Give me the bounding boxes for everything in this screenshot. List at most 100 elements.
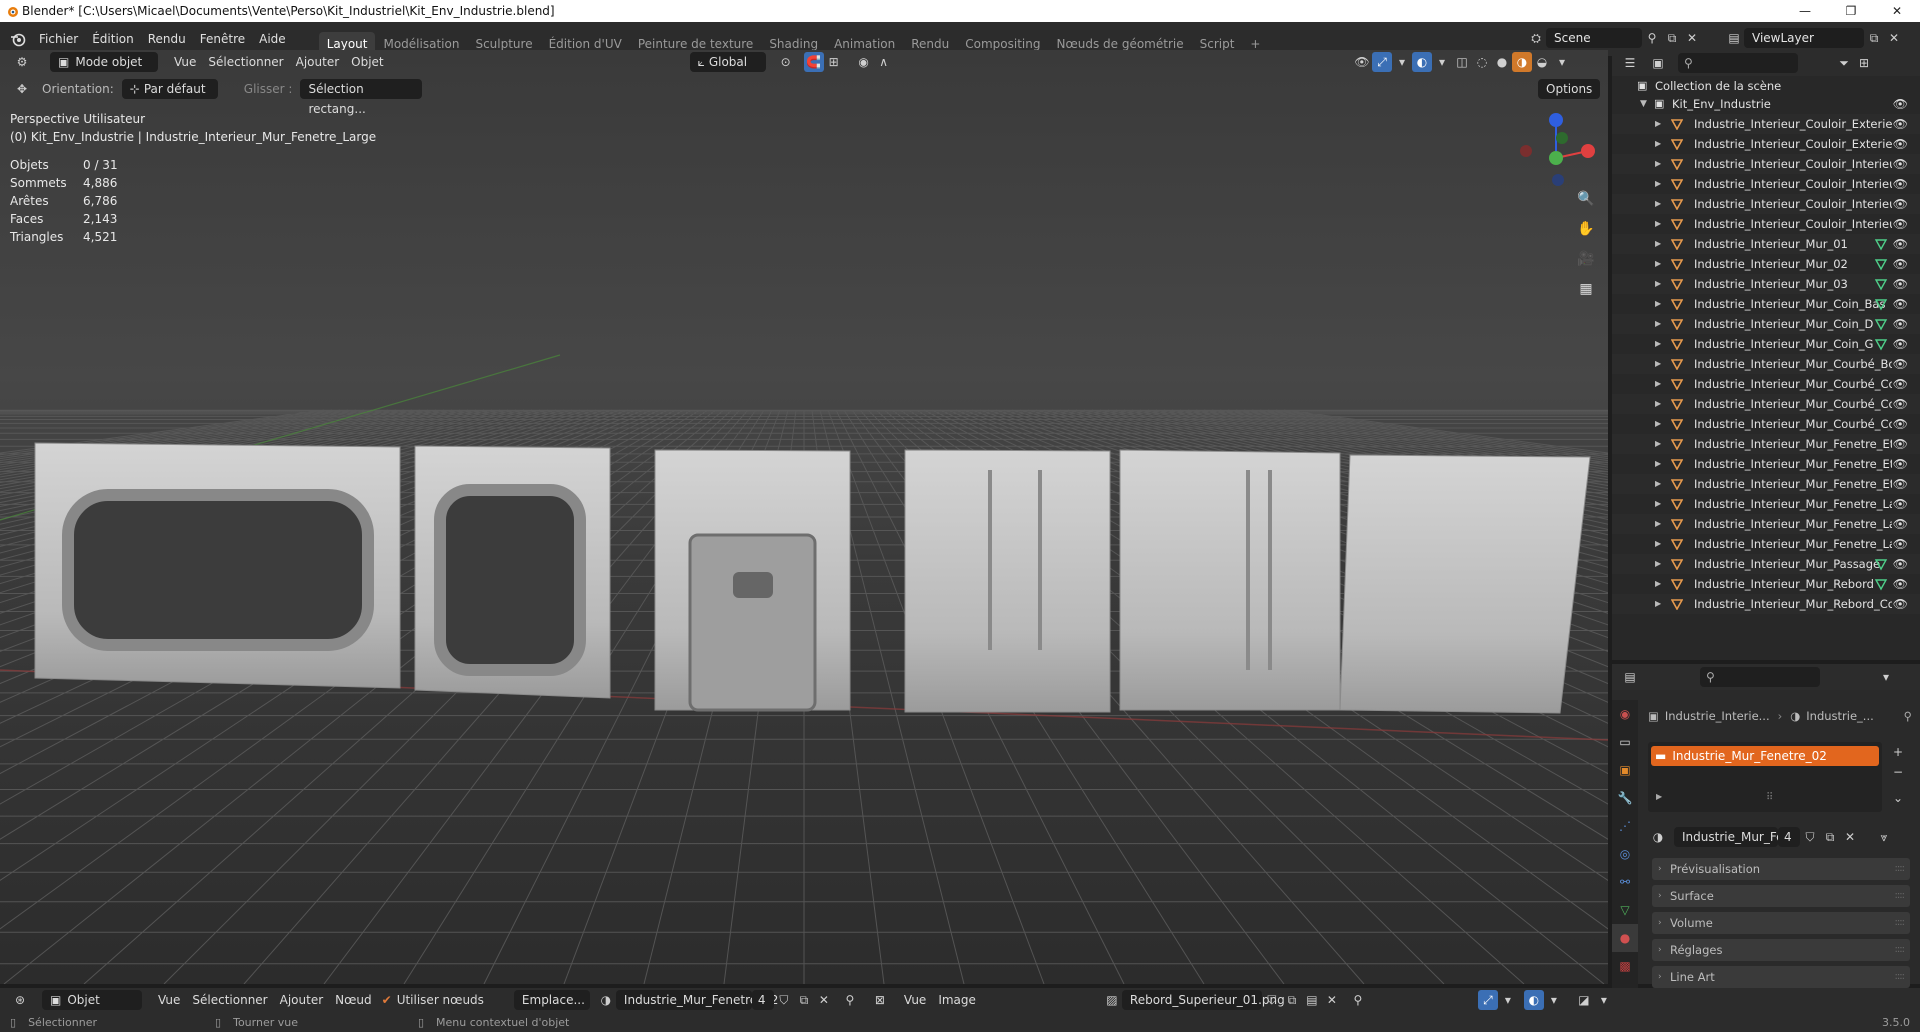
visibility-eye-icon[interactable]: 👁: [1893, 314, 1908, 334]
material-users-count[interactable]: 4: [1778, 827, 1800, 847]
outliner-item[interactable]: ▶ Industrie_Interieur_Mur_Fenetre_Etroite…: [1612, 474, 1920, 494]
mesh-data-icon[interactable]: [1874, 297, 1888, 311]
expand-arrow-icon[interactable]: ▶: [1655, 254, 1661, 274]
material-tab-icon[interactable]: ●: [1612, 924, 1638, 952]
wireframe-shading-icon[interactable]: ◌: [1472, 52, 1492, 72]
expand-arrow-icon[interactable]: ▶: [1655, 374, 1661, 394]
expand-arrow-icon[interactable]: ▶: [1655, 114, 1661, 134]
outliner-item[interactable]: ▶ Industrie_Interieur_Couloir_Interieur_1…: [1612, 214, 1920, 234]
visibility-eye-icon[interactable]: 👁: [1893, 474, 1908, 494]
fake-user-icon[interactable]: ⛉: [1800, 827, 1820, 847]
expand-arrow-icon[interactable]: ▶: [1655, 154, 1661, 174]
unlink-material-icon[interactable]: ✕: [814, 990, 834, 1010]
move-tool-icon[interactable]: ✥: [12, 79, 32, 99]
gizmo-toggle-icon[interactable]: ⤢: [1372, 52, 1392, 72]
visibility-eye-icon[interactable]: 👁: [1893, 374, 1908, 394]
expand-arrow-icon[interactable]: ▶: [1655, 194, 1661, 214]
expand-arrow-icon[interactable]: ▶: [1655, 494, 1661, 514]
visibility-eye-icon[interactable]: 👁: [1893, 354, 1908, 374]
mesh-data-icon[interactable]: [1874, 337, 1888, 351]
outliner-item[interactable]: ▶ Industrie_Interieur_Mur_Fenetre_Etroite…: [1612, 454, 1920, 474]
pivot-icon[interactable]: ⊙: [776, 52, 796, 72]
outliner-item[interactable]: ▶ Industrie_Interieur_Mur_Fenetre_Etroite…: [1612, 434, 1920, 454]
options-dropdown[interactable]: Options: [1538, 79, 1601, 99]
drag-grip-icon[interactable]: ::::: [1895, 939, 1906, 961]
menu-select[interactable]: Sélectionner: [186, 990, 273, 1010]
properties-panel-header[interactable]: › Surface::::: [1652, 885, 1910, 907]
render-tab-icon[interactable]: ◉: [1612, 700, 1638, 728]
expand-arrow-icon[interactable]: ▶: [1655, 314, 1661, 334]
link-type-icon[interactable]: ⩔: [1874, 827, 1894, 847]
use-nodes-toggle[interactable]: ✔ Utiliser nœuds: [382, 993, 484, 1007]
material-browse-icon[interactable]: ◑: [596, 990, 616, 1010]
display-mode-icon[interactable]: ▣: [1648, 53, 1668, 73]
outliner-item[interactable]: ▶ Industrie_Interieur_Mur_Courbé_Coin 👁: [1612, 374, 1920, 394]
outliner-item[interactable]: ▶ Industrie_Interieur_Couloir_Exterieur 👁: [1612, 114, 1920, 134]
data-tab-icon[interactable]: ▽: [1612, 896, 1638, 924]
object-tab-icon[interactable]: ▣: [1612, 756, 1638, 784]
minimize-button[interactable]: —: [1782, 0, 1828, 22]
visibility-eye-icon[interactable]: 👁: [1893, 274, 1908, 294]
slot-dropdown[interactable]: Emplace...: [513, 990, 590, 1010]
3d-viewport[interactable]: 🔍 ✋ 🎥 ▦: [0, 50, 1608, 984]
viewport-scene[interactable]: [0, 50, 1608, 984]
outliner-item[interactable]: ▶ Industrie_Interieur_Couloir_Interieur_1…: [1612, 194, 1920, 214]
expand-arrow-icon[interactable]: ▶: [1655, 574, 1661, 594]
image-browse-icon[interactable]: ▨: [1102, 990, 1122, 1010]
new-view-layer-icon[interactable]: ⧉: [1864, 28, 1884, 48]
open-image-icon[interactable]: ▤: [1302, 990, 1322, 1010]
outliner-item[interactable]: ▶ Industrie_Interieur_Mur_Rebord 👁: [1612, 574, 1920, 594]
duplicate-material-icon[interactable]: ⧉: [794, 990, 814, 1010]
outliner-item[interactable]: ▶ Industrie_Interieur_Mur_Fenetre_Large👁: [1612, 494, 1920, 514]
delete-scene-icon[interactable]: ✕: [1682, 28, 1702, 48]
expand-arrow-icon[interactable]: ▼: [1640, 94, 1647, 114]
expand-arrow-icon[interactable]: ▶: [1655, 334, 1661, 354]
zoom-icon[interactable]: 🔍: [1573, 186, 1599, 212]
properties-panel-header[interactable]: › Réglages::::: [1652, 939, 1910, 961]
slot-specials-icon[interactable]: ⌄: [1888, 788, 1908, 808]
visibility-eye-icon[interactable]: 👁: [1893, 94, 1908, 114]
fake-user-icon[interactable]: ⛉: [774, 990, 794, 1010]
pan-hand-icon[interactable]: ✋: [1573, 216, 1599, 242]
output-tab-icon[interactable]: ▭: [1612, 728, 1638, 756]
outliner-item[interactable]: ▶ Industrie_Interieur_Mur_Coin_D 👁: [1612, 314, 1920, 334]
menu-edit[interactable]: Édition: [85, 28, 141, 50]
expand-arrow-icon[interactable]: ▶: [1655, 354, 1661, 374]
outliner-item[interactable]: ▶ Industrie_Interieur_Mur_Rebord_Courbé👁: [1612, 594, 1920, 614]
new-image-icon[interactable]: ⧉: [1282, 990, 1302, 1010]
solid-shading-icon[interactable]: ●: [1492, 52, 1512, 72]
gizmo-toggle-icon[interactable]: ⤢: [1477, 990, 1498, 1010]
outliner-item[interactable]: ▶ Industrie_Interieur_Couloir_Exterieur_P…: [1612, 134, 1920, 154]
checkbox-checked-icon[interactable]: ✔: [382, 993, 392, 1007]
outliner-item[interactable]: ▶ Industrie_Interieur_Mur_Coin_G 👁: [1612, 334, 1920, 354]
perspective-toggle-icon[interactable]: ▦: [1573, 276, 1599, 302]
outliner-item[interactable]: ▶ Industrie_Interieur_Mur_01 👁: [1612, 234, 1920, 254]
expand-arrow-icon[interactable]: ▶: [1655, 474, 1661, 494]
outliner-item[interactable]: ▶ Industrie_Interieur_Mur_Courbé_Coin_D👁: [1612, 394, 1920, 414]
shader-editor-type-icon[interactable]: ⊛: [10, 990, 30, 1010]
pin-icon[interactable]: ⚲: [1348, 990, 1368, 1010]
menu-view[interactable]: Vue: [152, 990, 186, 1010]
menu-node[interactable]: Nœud: [329, 990, 377, 1010]
expand-arrow-icon[interactable]: ▶: [1655, 534, 1661, 554]
new-collection-icon[interactable]: ⊞: [1854, 53, 1874, 73]
outliner-item[interactable]: ▶ Industrie_Interieur_Mur_Courbé_Coin_G👁: [1612, 414, 1920, 434]
shader-material-field[interactable]: Industrie_Mur_Fenetre_02: [615, 990, 778, 1010]
camera-view-icon[interactable]: 🎥: [1573, 246, 1599, 272]
modifier-tab-icon[interactable]: 🔧: [1612, 784, 1638, 812]
image-name-field[interactable]: Rebord_Superieur_01.png: [1121, 990, 1285, 1010]
unlink-material-icon[interactable]: ✕: [1840, 827, 1860, 847]
constraints-tab-icon[interactable]: ⚯: [1612, 868, 1638, 896]
outliner-item[interactable]: ▶ Industrie_Interieur_Couloir_Interieur_9…: [1612, 154, 1920, 174]
gizmo-dropdown-icon[interactable]: ▾: [1392, 52, 1412, 72]
texture-tab-icon[interactable]: ▩: [1612, 952, 1638, 980]
restore-button[interactable]: ❐: [1828, 0, 1874, 22]
visibility-eye-icon[interactable]: 👁: [1893, 294, 1908, 314]
overlay-dropdown-icon[interactable]: ▾: [1544, 990, 1564, 1010]
blender-menu-icon[interactable]: [10, 31, 26, 47]
mode-selector[interactable]: ▣ Mode objet: [50, 52, 158, 72]
outliner-item[interactable]: ▶ Industrie_Interieur_Mur_02 👁: [1612, 254, 1920, 274]
rendered-shading-icon[interactable]: ◒: [1532, 52, 1552, 72]
expand-arrow-icon[interactable]: ▶: [1655, 294, 1661, 314]
scene-collection-row[interactable]: ▣ Collection de la scène: [1612, 76, 1920, 94]
